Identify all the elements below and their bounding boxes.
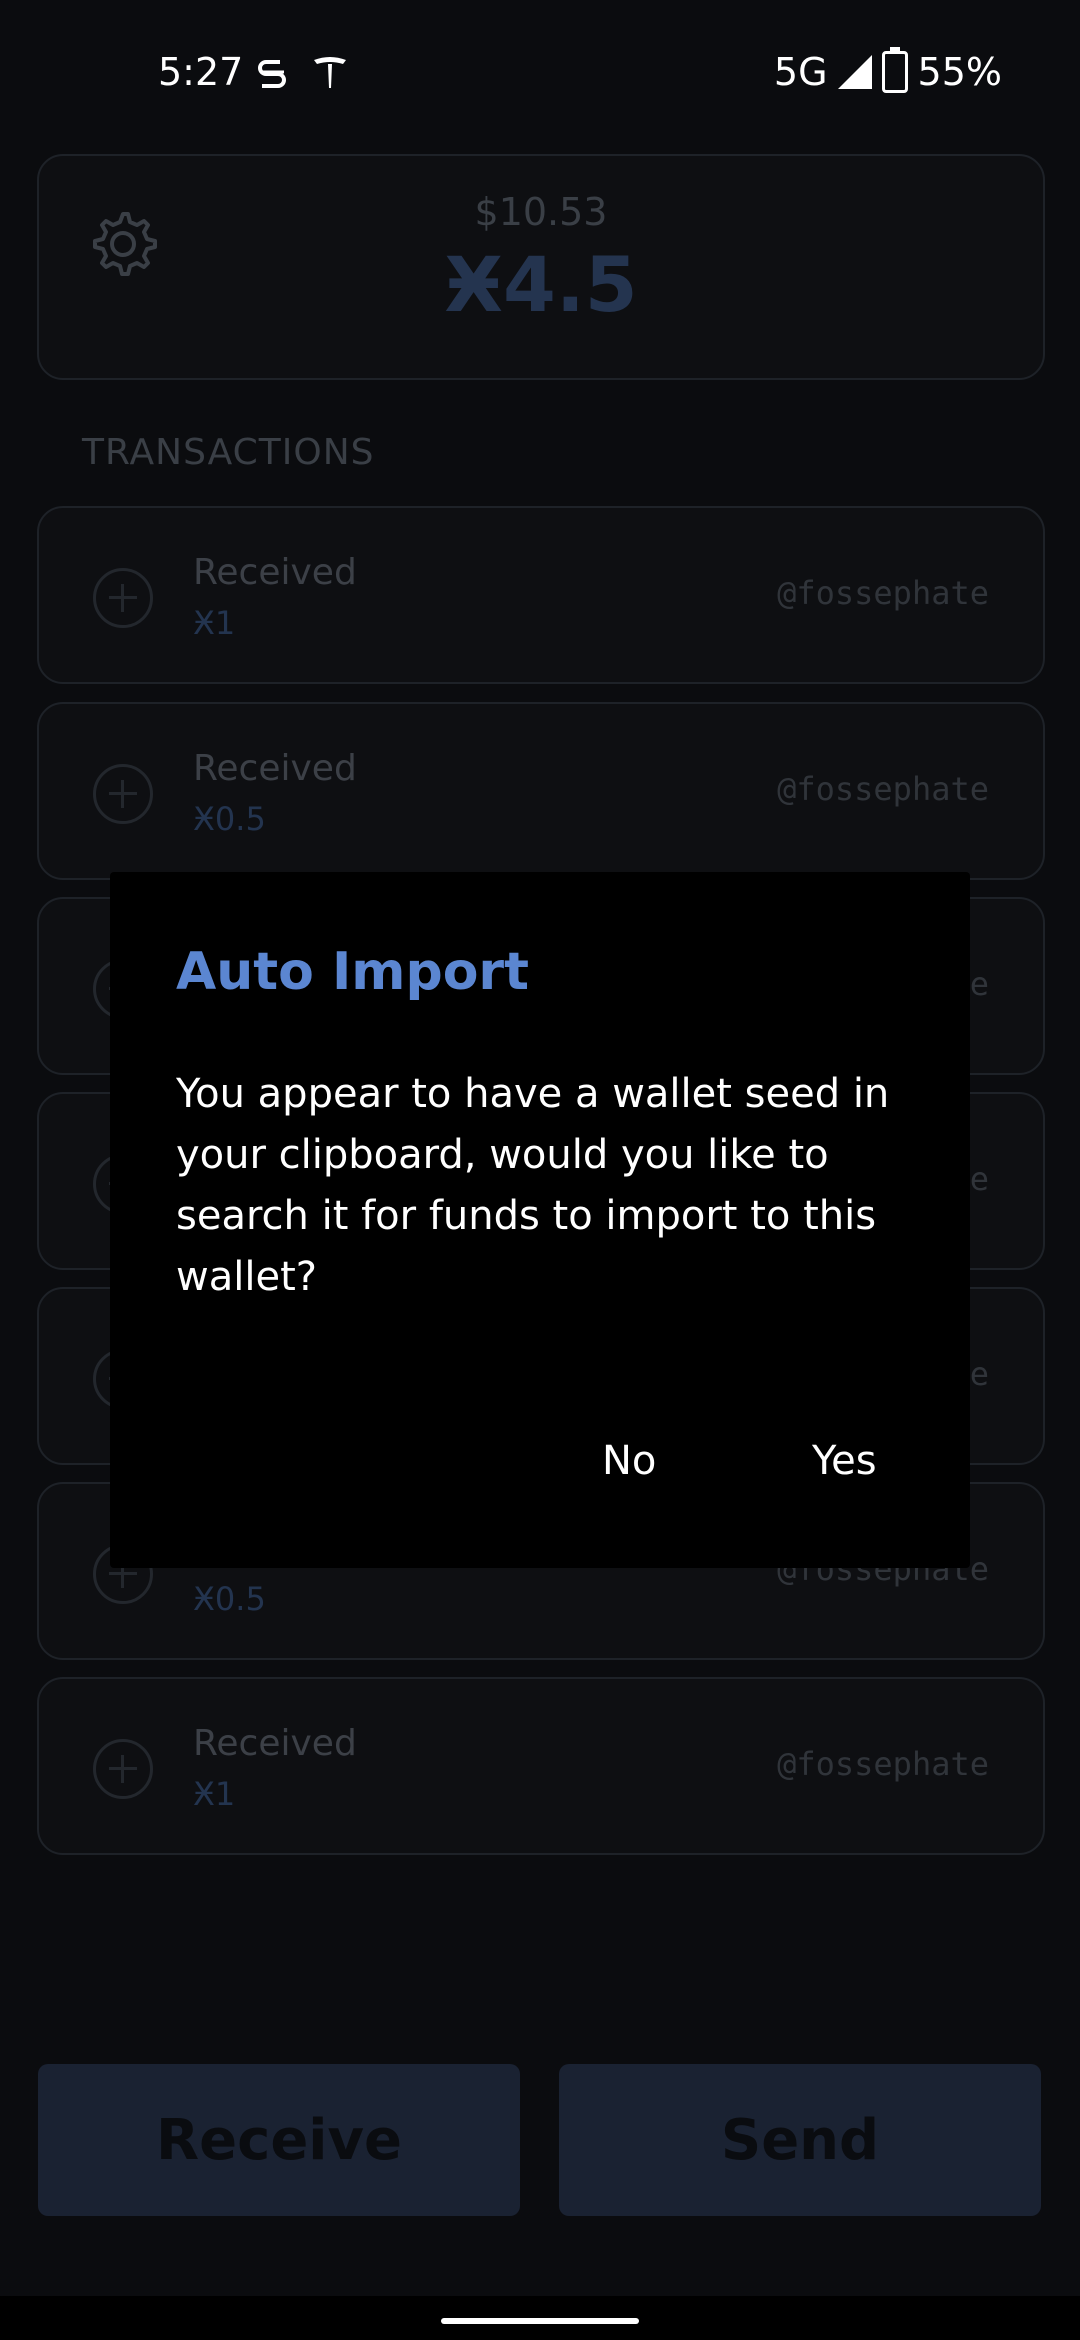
status-bar: 5:27 5G 55% xyxy=(0,0,1080,150)
status-right: 5G 55% xyxy=(773,47,1002,94)
transaction-title: Received xyxy=(193,748,357,789)
dialog-title: Auto Import xyxy=(176,942,529,1002)
status-time: 5:27 xyxy=(158,50,244,94)
auto-import-dialog: Auto Import You appear to have a wallet … xyxy=(110,872,970,1568)
transaction-amount: Ӿ1 xyxy=(193,604,236,642)
notification-s-icon xyxy=(258,60,286,88)
received-icon xyxy=(93,1739,153,1799)
nano-balance: Ӿ4.5 xyxy=(444,240,638,329)
transaction-user: e xyxy=(969,1160,989,1198)
dialog-message: You appear to have a wallet seed in your… xyxy=(176,1071,890,1300)
receive-button[interactable]: Receive xyxy=(38,2064,520,2216)
transaction-row[interactable]: Received Ӿ1 @fossephate xyxy=(37,506,1045,684)
battery-label: 55% xyxy=(917,50,1002,94)
transactions-heading: TRANSACTIONS xyxy=(82,432,375,473)
network-label: 5G xyxy=(773,50,828,94)
yes-button[interactable]: Yes xyxy=(812,1438,877,1484)
transaction-user: @fossephate xyxy=(777,770,989,808)
transaction-amount: Ӿ0.5 xyxy=(193,1580,266,1618)
transaction-user: e xyxy=(969,965,989,1003)
received-icon xyxy=(93,764,153,824)
send-button[interactable]: Send xyxy=(559,2064,1041,2216)
transaction-row[interactable]: Received Ӿ0.5 @fossephate xyxy=(37,702,1045,880)
transaction-user: e xyxy=(969,1355,989,1393)
transaction-user: @fossephate xyxy=(777,574,989,612)
fiat-balance: $10.53 xyxy=(474,190,608,234)
transaction-amount: Ӿ1 xyxy=(193,1775,236,1813)
transaction-user: @fossephate xyxy=(777,1745,989,1783)
tesla-icon xyxy=(314,57,346,88)
no-button[interactable]: No xyxy=(602,1438,656,1484)
battery-icon xyxy=(881,47,908,93)
home-gesture-handle[interactable] xyxy=(441,2318,639,2324)
balance-card: $10.53 Ӿ4.5 xyxy=(37,154,1045,380)
transaction-title: Received xyxy=(193,1723,357,1764)
received-icon xyxy=(93,568,153,628)
transaction-amount: Ӿ0.5 xyxy=(193,800,266,838)
signal-icon xyxy=(837,55,872,89)
transaction-title: Received xyxy=(193,552,357,593)
transaction-row[interactable]: Received Ӿ1 @fossephate xyxy=(37,1677,1045,1855)
